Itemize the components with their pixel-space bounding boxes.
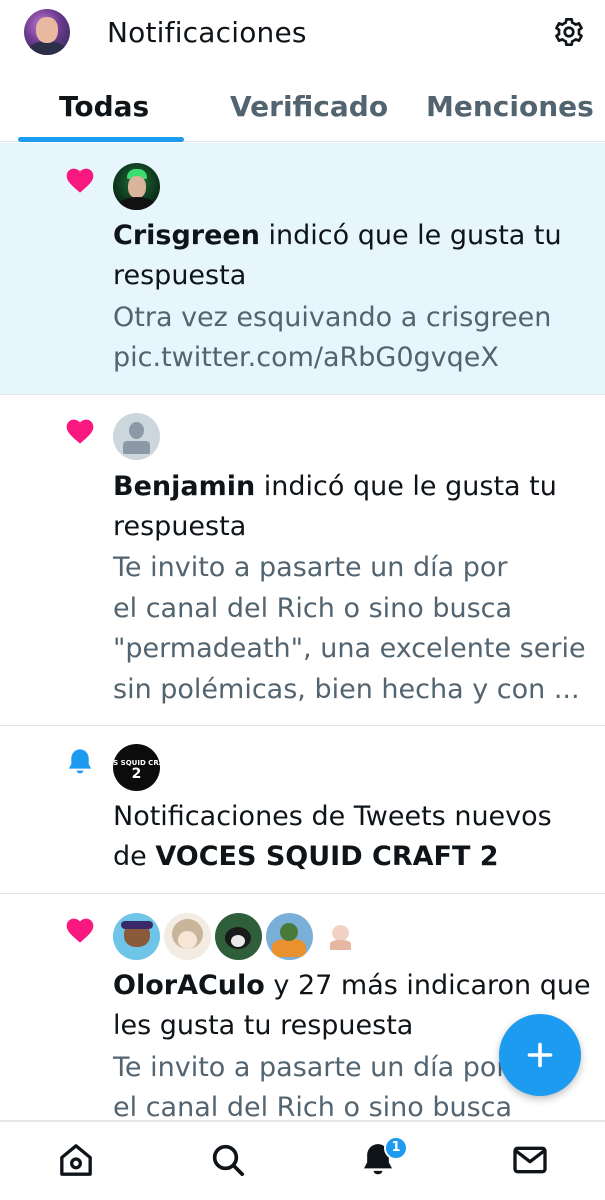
tweet-preview: Otra vez esquivando a crisgreen xyxy=(113,302,552,333)
compose-tweet-button[interactable] xyxy=(499,1014,581,1096)
tab-verificado[interactable]: Verificado xyxy=(230,90,388,123)
heart-icon xyxy=(66,918,94,943)
avatar[interactable] xyxy=(215,912,262,960)
notification-item[interactable]: VOCES SQUID CRAFT 2 2 Notificaciones de … xyxy=(0,726,605,894)
actor-name[interactable]: Benjamin xyxy=(113,471,255,502)
tweet-preview: el canal del Rich o sino busca xyxy=(113,593,513,624)
tweet-preview: sin polémicas, bien hecha y con ... xyxy=(113,674,580,705)
tweet-preview: "permadeath", una excelente serie xyxy=(113,633,586,664)
tweet-preview: Te invito a pasarte un día por xyxy=(113,1052,508,1083)
avatar[interactable] xyxy=(164,912,211,960)
tab-menciones[interactable]: Menciones xyxy=(426,90,594,123)
heart-icon xyxy=(66,419,94,444)
bell-icon xyxy=(68,749,92,774)
avatar[interactable] xyxy=(266,912,313,960)
notification-text: respuesta xyxy=(113,260,247,291)
notification-text: respuesta xyxy=(113,511,247,542)
home-icon[interactable] xyxy=(56,1140,96,1180)
user-avatar[interactable] xyxy=(24,9,70,55)
tweet-preview: pic.twitter.com/aRbG0gvqeX xyxy=(113,342,499,373)
active-tab-indicator xyxy=(18,137,184,142)
heart-icon xyxy=(66,168,94,193)
notification-text: y 27 más indicaron que xyxy=(264,970,591,1001)
default-avatar-icon[interactable] xyxy=(113,412,160,460)
avatar[interactable] xyxy=(113,162,160,210)
tab-todas[interactable]: Todas xyxy=(59,90,149,123)
notification-item[interactable]: Benjamin indicó que le gusta tu respuest… xyxy=(0,395,605,726)
avatar[interactable] xyxy=(113,912,160,960)
search-icon[interactable] xyxy=(208,1140,248,1180)
notification-badge: 1 xyxy=(384,1136,408,1160)
notification-text: indicó que le gusta tu xyxy=(255,471,557,502)
bottom-navigation: 1 xyxy=(0,1121,605,1200)
page-title: Notificaciones xyxy=(107,16,307,49)
tweet-preview: Te invito a pasarte un día por xyxy=(113,552,508,583)
notification-tabs: Todas Verificado Menciones xyxy=(0,80,605,142)
avatar[interactable]: VOCES SQUID CRAFT 2 2 xyxy=(113,743,160,791)
svg-text:2: 2 xyxy=(132,766,142,782)
avatar[interactable] xyxy=(317,912,364,960)
actor-name[interactable]: Crisgreen xyxy=(113,220,260,251)
notification-text: les gusta tu respuesta xyxy=(113,1010,414,1041)
mail-icon[interactable] xyxy=(510,1140,550,1180)
gear-icon[interactable] xyxy=(553,16,585,48)
notification-text: indicó que le gusta tu xyxy=(259,220,562,251)
notification-item[interactable]: Crisgreen indicó que le gusta tu respues… xyxy=(0,143,605,395)
notification-text: Notificaciones de Tweets nuevos xyxy=(113,801,552,832)
account-name[interactable]: VOCES SQUID CRAFT 2 xyxy=(155,841,498,872)
plus-icon xyxy=(527,1042,553,1068)
top-app-bar: Notificaciones xyxy=(0,0,605,68)
actor-name[interactable]: OlorACulo xyxy=(113,970,265,1001)
